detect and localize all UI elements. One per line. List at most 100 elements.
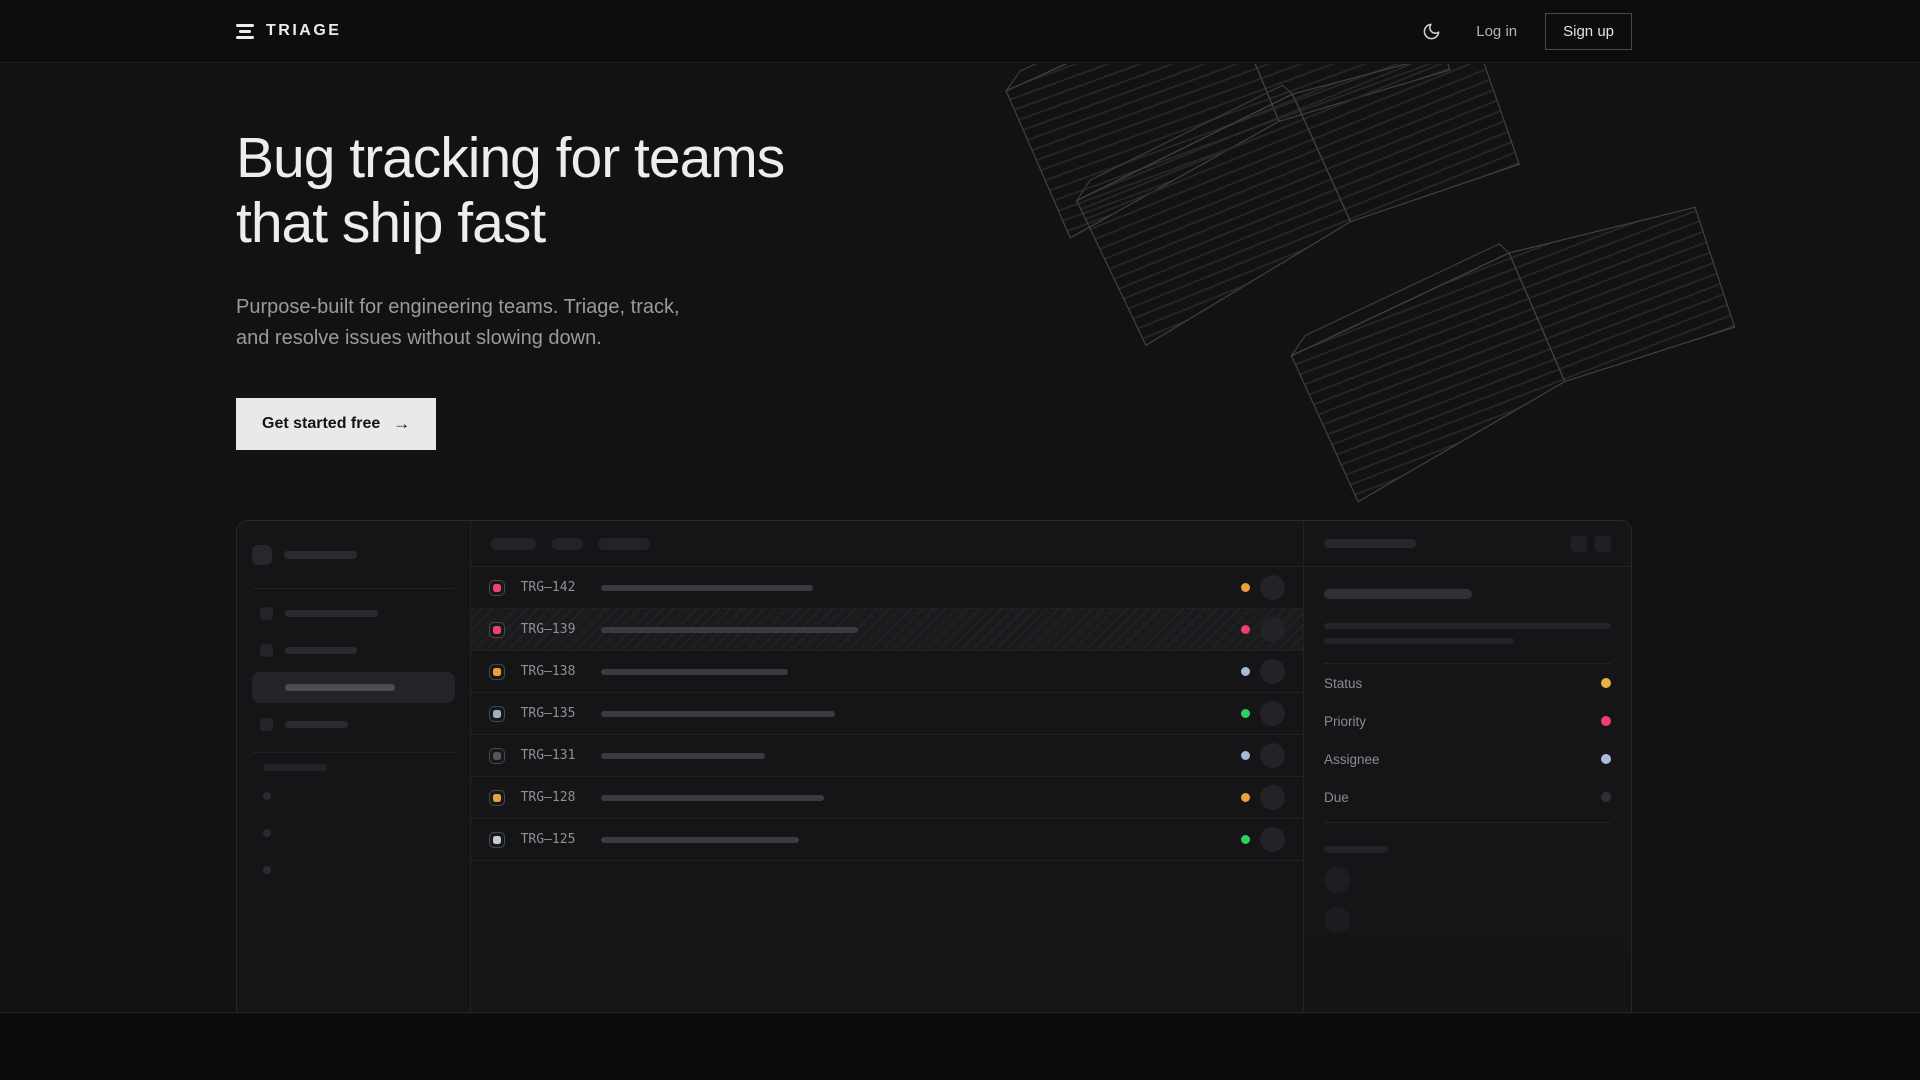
- cta-label: Get started free: [262, 415, 380, 433]
- priority-icon: [489, 790, 505, 806]
- list-tab-placeholder[interactable]: [491, 538, 536, 550]
- issue-row[interactable]: TRG–135: [471, 693, 1303, 735]
- list-tab-placeholder[interactable]: [598, 538, 650, 550]
- hero-section: Bug tracking for teams that ship fast Pu…: [0, 64, 1920, 1013]
- assignee-avatar: [1260, 827, 1285, 852]
- status-dot: [1241, 793, 1250, 802]
- sidebar-item-label-placeholder: [285, 721, 348, 728]
- priority-icon: [489, 706, 505, 722]
- signup-button[interactable]: Sign up: [1545, 13, 1632, 50]
- hero-heading: Bug tracking for teams that ship fast: [236, 126, 876, 256]
- activity-avatar: [1324, 907, 1350, 933]
- issue-id: TRG–131: [521, 748, 587, 763]
- sidebar-item[interactable]: [252, 598, 455, 629]
- workspace-switcher[interactable]: [252, 545, 455, 565]
- detail-description-placeholder: [1324, 623, 1611, 629]
- brand-logo[interactable]: TRIAGE: [236, 22, 341, 40]
- detail-action-button[interactable]: [1595, 536, 1611, 552]
- detail-title-placeholder: [1324, 589, 1472, 599]
- issue-row[interactable]: TRG–142: [471, 567, 1303, 609]
- issue-row[interactable]: TRG–125: [471, 819, 1303, 861]
- arrow-right-icon: →: [393, 414, 410, 434]
- status-dot: [1241, 625, 1250, 634]
- priority-icon: [489, 622, 505, 638]
- mockup-sidebar: [237, 521, 471, 1013]
- detail-divider: [1324, 822, 1611, 823]
- sidebar-item[interactable]: [252, 709, 455, 740]
- issue-id: TRG–125: [521, 832, 587, 847]
- sidebar-dot: [263, 829, 271, 837]
- issue-row[interactable]: TRG–131: [471, 735, 1303, 777]
- issue-row-selected[interactable]: TRG–139: [471, 609, 1303, 651]
- sidebar-item-label-placeholder: [285, 684, 395, 691]
- hero-subheading: Purpose-built for engineering teams. Tri…: [236, 292, 706, 354]
- field-label: Priority: [1324, 714, 1366, 729]
- field-row-priority[interactable]: Priority: [1324, 702, 1611, 740]
- status-dot: [1241, 751, 1250, 760]
- login-link[interactable]: Log in: [1476, 23, 1517, 40]
- assignee-value-dot: [1601, 754, 1611, 764]
- status-dot: [1241, 583, 1250, 592]
- issue-list-panel: TRG–142 TRG–139 TRG–138: [471, 521, 1304, 1013]
- status-dot: [1241, 835, 1250, 844]
- priority-icon: [489, 832, 505, 848]
- issue-title-placeholder: [601, 669, 788, 675]
- sidebar-item-icon: [260, 644, 273, 657]
- status-dot: [1241, 709, 1250, 718]
- issue-title-placeholder: [601, 711, 835, 717]
- assignee-avatar: [1260, 659, 1285, 684]
- sidebar-item-icon: [260, 718, 273, 731]
- issue-id: TRG–139: [521, 622, 587, 637]
- sidebar-item-icon: [260, 607, 273, 620]
- field-label: Due: [1324, 790, 1349, 805]
- workspace-name-placeholder: [284, 551, 357, 559]
- status-dot: [1241, 667, 1250, 676]
- status-value-dot: [1601, 678, 1611, 688]
- issue-row[interactable]: TRG–128: [471, 777, 1303, 819]
- issue-title-placeholder: [601, 627, 858, 633]
- field-label: Status: [1324, 676, 1362, 691]
- assignee-avatar: [1260, 701, 1285, 726]
- sidebar-item-label-placeholder: [285, 610, 378, 617]
- sidebar-item-active[interactable]: [252, 672, 455, 703]
- footer: [0, 1014, 1920, 1080]
- priority-icon: [489, 580, 505, 596]
- issue-title-placeholder: [601, 795, 824, 801]
- detail-fade-overlay: [1304, 903, 1631, 1013]
- field-row-assignee[interactable]: Assignee: [1324, 740, 1611, 778]
- issue-row[interactable]: TRG–138: [471, 651, 1303, 693]
- priority-icon: [489, 748, 505, 764]
- sidebar-item[interactable]: [252, 635, 455, 666]
- theme-toggle-button[interactable]: [1414, 14, 1448, 48]
- workspace-avatar: [252, 545, 272, 565]
- assignee-avatar: [1260, 617, 1285, 642]
- sidebar-item-icon: [260, 681, 273, 694]
- assignee-avatar: [1260, 785, 1285, 810]
- brand-name: TRIAGE: [266, 22, 341, 40]
- issue-id: TRG–128: [521, 790, 587, 805]
- sidebar-dot: [263, 792, 271, 800]
- priority-icon: [489, 664, 505, 680]
- assignee-avatar: [1260, 743, 1285, 768]
- get-started-button[interactable]: Get started free →: [236, 398, 436, 450]
- assignee-avatar: [1260, 575, 1285, 600]
- field-row-status[interactable]: Status: [1324, 664, 1611, 702]
- triage-logo-icon: [236, 24, 254, 39]
- moon-icon: [1422, 22, 1441, 41]
- landing-page: TRIAGE Log in Sign up: [0, 0, 1920, 1080]
- wireframe-decoration: [940, 64, 1920, 589]
- top-nav: TRIAGE Log in Sign up: [0, 0, 1920, 63]
- sidebar-dot: [263, 866, 271, 874]
- issue-title-placeholder: [601, 837, 799, 843]
- detail-action-button[interactable]: [1571, 536, 1587, 552]
- detail-description-placeholder: [1324, 638, 1514, 644]
- issue-list-tabs: [471, 521, 1303, 567]
- list-tab-placeholder[interactable]: [551, 538, 583, 550]
- due-value-dot: [1601, 792, 1611, 802]
- activity-avatar: [1324, 867, 1350, 893]
- field-label: Assignee: [1324, 752, 1380, 767]
- sidebar-item-label-placeholder: [285, 647, 357, 654]
- field-row-due[interactable]: Due: [1324, 778, 1611, 816]
- issue-detail-panel: Status Priority Assignee Due: [1304, 521, 1631, 1013]
- issue-id: TRG–135: [521, 706, 587, 721]
